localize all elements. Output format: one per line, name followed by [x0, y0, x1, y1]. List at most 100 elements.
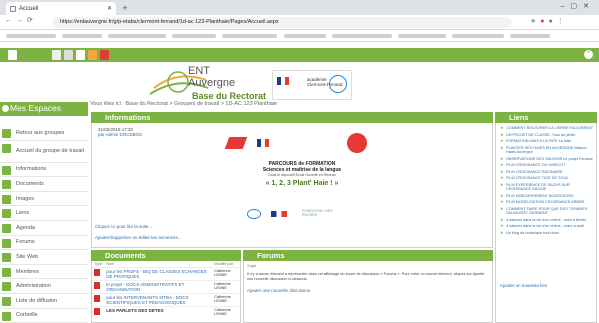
- panel-title: Liens: [509, 113, 529, 122]
- link-item[interactable]: FILM MODELISATION CROISSANCE ARBRE: [500, 200, 595, 205]
- nav-label: Accueil du groupe de travail: [16, 148, 84, 155]
- link-item[interactable]: FILM CROISSANCE DU HARICOT: [500, 163, 595, 168]
- table-row[interactable]: LES PARLETS DES DÉTES Catherine LENNE: [92, 306, 240, 317]
- window-controls[interactable]: –▢✕: [561, 2, 595, 10]
- home-icon[interactable]: [52, 50, 61, 60]
- close-session-icon[interactable]: [100, 50, 109, 60]
- site-subtitle: Base du Rectorat: [192, 91, 267, 101]
- academy-seal-icon: [329, 75, 347, 93]
- forums-panel: Sujet Il n'y a aucun élément à représent…: [243, 261, 493, 323]
- link-item[interactable]: 4 saisons dans la vie d'un chêne - mars …: [500, 224, 595, 229]
- bookmark-blurred[interactable]: [398, 34, 446, 38]
- bookmark-blurred[interactable]: [452, 34, 504, 38]
- bookmark-blurred[interactable]: [62, 34, 102, 38]
- documents-panel: Type Nom Modifié par pour les PROFS - BI…: [91, 261, 241, 323]
- forum-empty-message: Il n'y a aucun élément à représenter dan…: [247, 272, 485, 281]
- nav-item-retour[interactable]: Retour aux groupes: [0, 126, 88, 141]
- logo-line2: Auvergne: [188, 77, 236, 89]
- doc-name[interactable]: pour les PROFS - BIQ DE CLASSES ECHANGES…: [104, 267, 213, 281]
- nav-label: Informations: [16, 166, 47, 173]
- nav-item-membres[interactable]: Membres: [0, 265, 88, 280]
- collapse-icon[interactable]: ⌃: [584, 50, 593, 59]
- nav-item-administration[interactable]: Administration: [0, 279, 88, 294]
- nav-label: Retour aux groupes: [16, 129, 65, 136]
- browser-tab[interactable]: Accueil ✕: [6, 2, 116, 15]
- tab-title: Accueil: [19, 5, 39, 12]
- links-list: COMMENT BOUTURER LA LIERRE FACILEMENT UN …: [500, 126, 595, 237]
- doc-name[interactable]: LES PARLETS DES DÉTES: [104, 306, 213, 317]
- link-item[interactable]: FILM DEBOURREMENT BOURGEONS: [500, 194, 595, 199]
- post-author: par Admin DOCEBOS: [98, 132, 143, 137]
- breadcrumb[interactable]: Vous êtes ici : Base du Rectorat > Group…: [90, 101, 277, 107]
- link-item[interactable]: FILM CROISSANCE RACINAIRE: [500, 170, 595, 175]
- add-discussion-link[interactable]: Ajouter une nouvelle discussion: [247, 288, 310, 293]
- nav-label: Forums: [16, 239, 35, 246]
- bookmark-blurred[interactable]: [108, 34, 166, 38]
- link-item[interactable]: COMMENT BOUTURER LA LIERRE FACILEMENT: [500, 126, 595, 131]
- link-item[interactable]: FILM CROISSANCE TIGE DE SOJA: [500, 176, 595, 181]
- logo-text: ENT Auvergne: [188, 65, 235, 89]
- add-link-link[interactable]: Ajouter un nouveau lien: [500, 283, 547, 288]
- link-item[interactable]: FORMATION MAIS A LA FATE La haie: [500, 139, 595, 144]
- panel-title: Documents: [105, 251, 146, 260]
- link-item[interactable]: PLANTER DES HAIES EN AUVERGNE Maison Hai…: [500, 146, 595, 155]
- nav-item-siteweb[interactable]: Site Web: [0, 250, 88, 265]
- link-item[interactable]: COMMENT FAIRE POUR QUE DES "GRAINES SAUV…: [500, 207, 595, 216]
- mes-espaces-title: Mes Espaces: [10, 103, 62, 113]
- edit-announcements-link[interactable]: Ajouter/Supprimer ou éditer les annonces…: [95, 235, 182, 240]
- logo-line1: ENT: [188, 65, 210, 77]
- table-row[interactable]: pour les PROFS - BIQ DE CLASSES ECHANGES…: [92, 267, 240, 281]
- forums-panel-header: Forums: [243, 250, 493, 261]
- table-row[interactable]: le projet - DOCS ADMINISTRATIFS ET ORGAN…: [92, 280, 240, 294]
- read-more-link[interactable]: Cliquez ici pour lire la suite...: [95, 224, 152, 229]
- nav-item-images[interactable]: Images: [0, 192, 88, 207]
- nav-label: Corbeille: [16, 312, 38, 319]
- nav-item-accueil[interactable]: Accueil du groupe de travail: [0, 141, 88, 163]
- print-icon[interactable]: [64, 50, 73, 60]
- doc-name[interactable]: pour les INTERVENANTS MTBA - DOCS SCIENT…: [104, 293, 213, 307]
- link-item[interactable]: OBSERVATIONS DES SAISONS Le projet Feros…: [500, 157, 595, 162]
- new-tab-button[interactable]: +: [120, 3, 130, 13]
- extension-icons[interactable]: ★●●⋮: [530, 17, 568, 25]
- nav-item-informations[interactable]: Informations: [0, 163, 88, 178]
- bookmark-blurred[interactable]: [222, 34, 277, 38]
- close-tab-icon[interactable]: ✕: [107, 5, 112, 12]
- user-icon[interactable]: [8, 50, 17, 60]
- bookmark-blurred[interactable]: [172, 34, 216, 38]
- doc-modified-by: Catherine LENNE: [212, 280, 240, 294]
- bookmark-blurred[interactable]: [6, 34, 56, 38]
- bookmark-blurred[interactable]: [332, 34, 392, 38]
- sciences-logo: [224, 133, 367, 155]
- link-item[interactable]: UN PROJET DE CLASSE: Tous au jardin: [500, 133, 595, 138]
- liens-panel: COMMENT BOUTURER LA LIERRE FACILEMENT UN …: [495, 123, 597, 323]
- mail-icon: [2, 296, 11, 306]
- users-icon: [2, 267, 11, 277]
- nav-item-liens[interactable]: Liens: [0, 206, 88, 221]
- link-item[interactable]: FILM EXPERIENCE DE SACHS SUR CROISSANCE …: [500, 183, 595, 192]
- table-row[interactable]: pour les INTERVENANTS MTBA - DOCS SCIENT…: [92, 293, 240, 307]
- pdf-icon: [94, 295, 100, 302]
- trash-icon: [2, 311, 11, 321]
- link-item[interactable]: Un blog de botanique tout doux: [500, 231, 595, 236]
- nav-item-corbeille[interactable]: Corbeille: [0, 309, 88, 323]
- nav-item-forums[interactable]: Forums: [0, 236, 88, 251]
- nav-item-diffusion[interactable]: Liste de diffusion: [0, 294, 88, 309]
- link-item[interactable]: 4 saisons dans la vie d'un chêne - août …: [500, 218, 595, 223]
- nav-item-documents[interactable]: Documents: [0, 177, 88, 192]
- link-icon: [2, 209, 11, 219]
- informations-panel-header: Informations: [91, 112, 493, 123]
- nav-item-agenda[interactable]: Agenda: [0, 221, 88, 236]
- user-settings-icon[interactable]: [88, 50, 97, 60]
- forum-icon: [2, 238, 11, 248]
- bookmark-blurred[interactable]: [284, 34, 326, 38]
- bookmark-blurred[interactable]: [510, 34, 550, 38]
- pdf-icon: [94, 269, 100, 276]
- url-field[interactable]: https://entauvergne.fr/g/p-etabs/clermon…: [52, 17, 512, 28]
- back-arrow-icon: [2, 105, 9, 112]
- navigation-buttons[interactable]: ←→⟳: [5, 16, 37, 24]
- mes-espaces-header[interactable]: Mes Espaces: [0, 102, 88, 116]
- doc-name[interactable]: le projet - DOCS ADMINISTRATIFS ET ORGAN…: [104, 280, 213, 294]
- help-icon[interactable]: [76, 50, 85, 60]
- back-icon: [2, 129, 11, 138]
- informations-panel: 21/02/2019 17:20 par Admin DOCEBOS PARCO…: [91, 123, 493, 248]
